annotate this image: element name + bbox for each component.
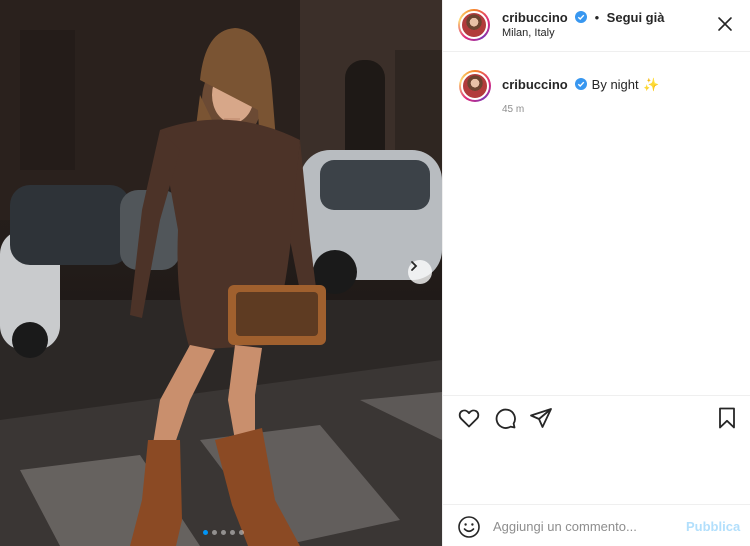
action-bar xyxy=(443,395,750,439)
post-photo[interactable] xyxy=(0,0,442,546)
smiley-icon[interactable] xyxy=(457,515,481,539)
caption-username[interactable]: cribuccino xyxy=(502,77,568,92)
carousel-dot xyxy=(212,530,217,535)
location-link[interactable]: Milan, Italy xyxy=(502,27,555,39)
dot-separator: • xyxy=(594,10,600,25)
comment-bar: Pubblica xyxy=(443,504,750,546)
carousel-indicator xyxy=(203,530,244,535)
paper-plane-icon[interactable] xyxy=(529,406,553,430)
publish-button[interactable]: Pubblica xyxy=(686,519,740,534)
following-button[interactable]: Segui già xyxy=(607,10,665,25)
carousel-next-button[interactable] xyxy=(408,260,432,284)
heart-icon[interactable] xyxy=(457,406,481,430)
avatar[interactable] xyxy=(458,9,490,41)
carousel-dot xyxy=(230,530,235,535)
bookmark-icon[interactable] xyxy=(715,406,739,430)
carousel-dot xyxy=(239,530,244,535)
caption-text: By night xyxy=(591,77,639,92)
carousel-dot xyxy=(221,530,226,535)
chevron-right-icon xyxy=(411,261,418,271)
username-link[interactable]: cribuccino xyxy=(502,10,568,25)
verified-badge-icon xyxy=(575,78,588,90)
comment-input[interactable] xyxy=(493,515,673,537)
post-header: cribuccino • Segui già Milan, Italy xyxy=(443,0,750,52)
caption-avatar[interactable] xyxy=(459,70,491,102)
comment-bubble-icon[interactable] xyxy=(493,406,517,430)
more-options-icon[interactable] xyxy=(715,14,735,34)
verified-badge-icon xyxy=(575,11,588,23)
photo-scene xyxy=(0,0,442,546)
post-side-panel: cribuccino • Segui già Milan, Italy crib… xyxy=(442,0,750,546)
carousel-dot xyxy=(203,530,208,535)
sparkles-emoji: ✨ xyxy=(643,77,660,92)
post-timestamp[interactable]: 45 m xyxy=(502,104,524,115)
